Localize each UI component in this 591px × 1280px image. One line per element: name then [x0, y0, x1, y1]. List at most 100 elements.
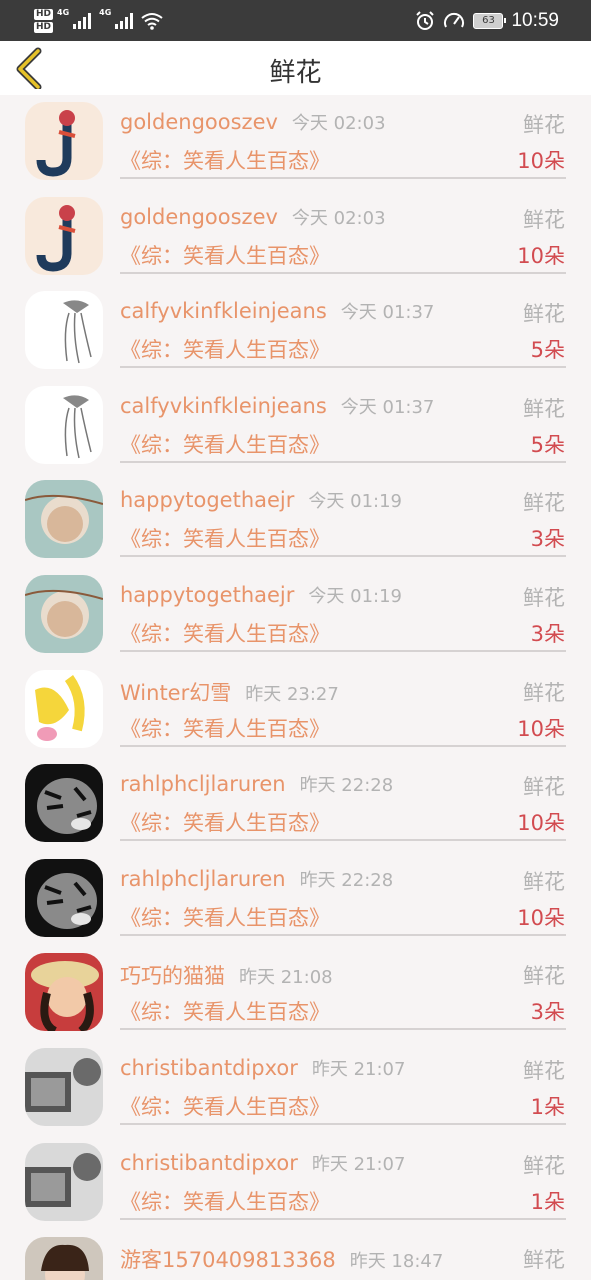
- work-title[interactable]: 《综：笑看人生百态》: [120, 523, 330, 553]
- tiger-avatar[interactable]: [25, 858, 103, 937]
- work-title[interactable]: 《综：笑看人生百态》: [120, 807, 330, 837]
- gift-type: 鲜花: [523, 113, 565, 137]
- timestamp: 昨天 21:07: [311, 1153, 406, 1175]
- alarm-icon: [416, 10, 435, 30]
- work-title[interactable]: 《综：笑看人生百态》: [120, 618, 330, 648]
- gift-type: 鲜花: [523, 491, 565, 516]
- user-name[interactable]: calfyvkinfkleinjeans 今天 01:37: [120, 298, 434, 324]
- list-item[interactable]: christibantdipxor 昨天 21:07 鲜花 《综：笑看人生百态》 …: [0, 1041, 591, 1136]
- user-name[interactable]: goldengooszev 今天 02:03: [120, 109, 386, 135]
- battery-icon: 63: [473, 12, 507, 29]
- back-button[interactable]: [12, 47, 52, 91]
- work-title[interactable]: 《综：笑看人生百态》: [120, 713, 330, 743]
- timestamp: 昨天 21:08: [239, 967, 333, 989]
- list-item[interactable]: Winter幻雪 昨天 23:27 鲜花 《综：笑看人生百态》 10朵: [0, 663, 591, 758]
- user-name-text[interactable]: happytogethaejr: [120, 488, 294, 512]
- divider: [120, 555, 566, 558]
- glass-bottle-avatar[interactable]: [25, 480, 103, 559]
- cartoon-avatar[interactable]: [25, 669, 103, 748]
- gift-type: 鲜花: [523, 964, 565, 989]
- list-item[interactable]: 游客1570409813368 昨天 18:47 鲜花: [0, 1230, 591, 1280]
- status-time: 10:59: [511, 9, 559, 31]
- letter-j-avatar[interactable]: [25, 102, 103, 180]
- list-item[interactable]: happytogethaejr 今天 01:19 鲜花 《综：笑看人生百态》 3朵: [0, 568, 591, 663]
- user-name[interactable]: happytogethaejr 今天 01:19: [120, 487, 402, 513]
- status-bar: HD HD 4G 4G 63 10:59: [0, 0, 591, 41]
- work-title[interactable]: 《综：笑看人生百态》: [120, 145, 330, 175]
- user-name[interactable]: Winter幻雪 昨天 23:27: [120, 677, 339, 707]
- divider: [120, 1028, 566, 1031]
- list-item[interactable]: goldengooszev 今天 02:03 鲜花 《综：笑看人生百态》 10朵: [0, 190, 591, 285]
- timestamp: 今天 01:37: [340, 302, 435, 324]
- user-name[interactable]: 游客1570409813368 昨天 18:47: [120, 1244, 443, 1274]
- user-name-text[interactable]: calfyvkinfkleinjeans: [120, 299, 327, 323]
- user-name-text[interactable]: Winter幻雪: [120, 681, 231, 705]
- user-name[interactable]: 巧巧的猫猫 昨天 21:08: [120, 960, 333, 990]
- user-name[interactable]: christibantdipxor 昨天 21:07: [120, 1150, 405, 1176]
- user-name[interactable]: goldengooszev 今天 02:03: [120, 204, 386, 230]
- status-left: HD HD 4G 4G: [34, 5, 163, 37]
- user-name-text[interactable]: happytogethaejr: [120, 583, 294, 607]
- flower-count: 10朵: [517, 905, 565, 930]
- gift-type: 鲜花: [523, 1058, 565, 1083]
- signal-icon-2: [115, 13, 134, 29]
- hd-indicators: HD HD: [34, 9, 54, 33]
- work-title[interactable]: 《综：笑看人生百态》: [120, 996, 330, 1026]
- wifi-icon: [141, 13, 163, 30]
- person-photo-avatar[interactable]: [25, 1237, 103, 1280]
- flower-count: 10朵: [517, 243, 565, 268]
- user-name[interactable]: calfyvkinfkleinjeans 今天 01:37: [120, 393, 434, 419]
- user-name-text[interactable]: 巧巧的猫猫: [120, 964, 225, 988]
- user-name-text[interactable]: calfyvkinfkleinjeans: [120, 394, 327, 418]
- girl-hat-avatar[interactable]: [25, 953, 103, 1032]
- user-name-text[interactable]: christibantdipxor: [120, 1151, 298, 1175]
- user-name[interactable]: happytogethaejr 今天 01:19: [120, 582, 402, 608]
- user-name-text[interactable]: 游客1570409813368: [120, 1248, 336, 1272]
- sketch-girl-avatar[interactable]: [25, 291, 103, 370]
- divider: [120, 1122, 566, 1125]
- user-name[interactable]: christibantdipxor 昨天 21:07: [120, 1055, 405, 1081]
- tiger-avatar[interactable]: [25, 764, 103, 843]
- signal-icon: [73, 13, 92, 29]
- list-item[interactable]: calfyvkinfkleinjeans 今天 01:37 鲜花 《综：笑看人生百…: [0, 284, 591, 379]
- sketch-girl-avatar[interactable]: [25, 385, 103, 464]
- list-item[interactable]: goldengooszev 今天 02:03 鲜花 《综：笑看人生百态》 10朵: [0, 95, 591, 190]
- flower-count: 10朵: [517, 149, 565, 173]
- user-name-text[interactable]: rahlphcljlaruren: [120, 772, 286, 796]
- divider: [120, 366, 566, 369]
- work-title[interactable]: 《综：笑看人生百态》: [120, 902, 330, 932]
- letter-j-avatar[interactable]: [25, 196, 103, 275]
- work-title[interactable]: 《综：笑看人生百态》: [120, 429, 330, 459]
- flower-count: 5朵: [530, 338, 565, 363]
- user-name-text[interactable]: goldengooszev: [120, 110, 278, 134]
- flower-count: 1朵: [530, 1189, 565, 1214]
- list-item[interactable]: calfyvkinfkleinjeans 今天 01:37 鲜花 《综：笑看人生百…: [0, 379, 591, 474]
- timestamp: 今天 02:03: [291, 207, 386, 229]
- bw-photo-avatar[interactable]: [25, 1142, 103, 1221]
- bw-photo-avatar[interactable]: [25, 1047, 103, 1126]
- list-item[interactable]: rahlphcljlaruren 昨天 22:28 鲜花 《综：笑看人生百态》 1…: [0, 757, 591, 852]
- divider: [120, 744, 566, 747]
- list-item[interactable]: happytogethaejr 今天 01:19 鲜花 《综：笑看人生百态》 3朵: [0, 473, 591, 568]
- work-title[interactable]: 《综：笑看人生百态》: [120, 334, 330, 364]
- list-item[interactable]: christibantdipxor 昨天 21:07 鲜花 《综：笑看人生百态》 …: [0, 1136, 591, 1231]
- list-item[interactable]: 巧巧的猫猫 昨天 21:08 鲜花 《综：笑看人生百态》 3朵: [0, 946, 591, 1041]
- timestamp: 昨天 23:27: [245, 683, 339, 705]
- status-right: 63 10:59: [415, 0, 559, 41]
- gift-type: 鲜花: [523, 680, 565, 705]
- work-title[interactable]: 《综：笑看人生百态》: [120, 240, 330, 270]
- user-name[interactable]: rahlphcljlaruren 昨天 22:28: [120, 771, 393, 797]
- glass-bottle-avatar[interactable]: [25, 574, 103, 653]
- user-name-text[interactable]: christibantdipxor: [120, 1056, 298, 1080]
- user-name-text[interactable]: goldengooszev: [120, 205, 278, 229]
- list-item[interactable]: rahlphcljlaruren 昨天 22:28 鲜花 《综：笑看人生百态》 1…: [0, 852, 591, 947]
- work-title[interactable]: 《综：笑看人生百态》: [120, 1186, 330, 1216]
- divider: [120, 1217, 566, 1220]
- flower-count: 3朵: [530, 1000, 565, 1025]
- hd-badge-bottom: HD: [34, 22, 54, 33]
- timestamp: 昨天 22:28: [299, 775, 394, 797]
- user-name[interactable]: rahlphcljlaruren 昨天 22:28: [120, 866, 393, 892]
- user-name-text[interactable]: rahlphcljlaruren: [120, 867, 286, 891]
- hd-badge-top: HD: [34, 9, 54, 20]
- work-title[interactable]: 《综：笑看人生百态》: [120, 1091, 330, 1121]
